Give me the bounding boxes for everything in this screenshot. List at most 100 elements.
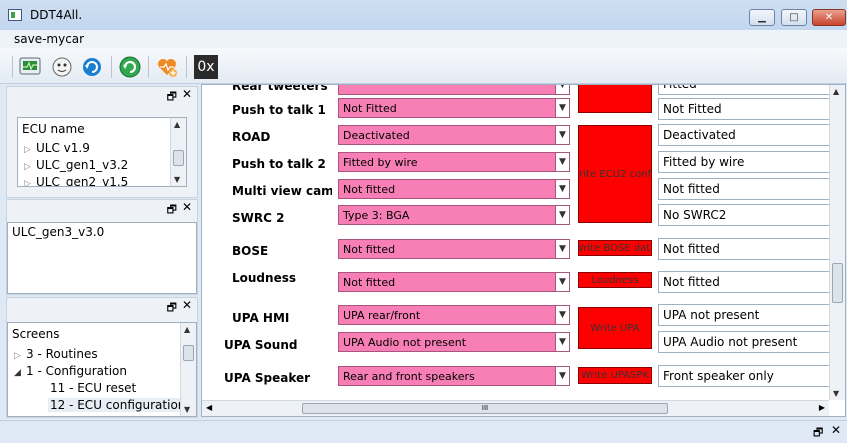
connect-button[interactable] bbox=[118, 55, 142, 79]
dropdown-arrow-icon[interactable]: ▼ bbox=[555, 99, 569, 117]
toolbar: 0x bbox=[0, 48, 847, 84]
select-upa-speaker[interactable]: Rear and front speakers ▼ bbox=[338, 366, 570, 386]
scroll-thumb[interactable]: III bbox=[302, 403, 668, 414]
select-push-to-talk-1[interactable]: Not Fitted ▼ bbox=[338, 98, 570, 118]
select-rear-tweeters[interactable]: ▼ bbox=[338, 85, 570, 95]
value-road: Deactivated bbox=[658, 124, 838, 146]
tree-item-configuration[interactable]: ◢ 1 - Configuration bbox=[14, 364, 127, 378]
selected-ecu-list[interactable]: ULC_gen3_v3.0 bbox=[7, 222, 197, 294]
value-upa-sound: UPA Audio not present bbox=[658, 331, 838, 353]
scroll-right-icon[interactable]: ▶ bbox=[819, 403, 825, 412]
write-upaspk-button[interactable]: Write UPASPK bbox=[578, 367, 652, 384]
write-ecu2-config-button[interactable]: Write ECU2 config bbox=[578, 125, 652, 223]
scroll-down-icon[interactable]: ▼ bbox=[174, 175, 180, 184]
close-icon[interactable]: ✕ bbox=[182, 298, 192, 312]
dropdown-arrow-icon[interactable]: ▼ bbox=[555, 333, 569, 351]
health-add-button[interactable] bbox=[155, 55, 179, 79]
dropdown-arrow-icon[interactable]: ▼ bbox=[555, 126, 569, 144]
write-bose-data-button[interactable]: Write BOSE data bbox=[578, 240, 652, 256]
select-push-to-talk-2[interactable]: Fitted by wire ▼ bbox=[338, 152, 570, 172]
ecu-list[interactable]: ECU name ▷ ULC v1.9 ▷ ULC_gen1_v3.2 ▷ ULC_g… bbox=[17, 117, 187, 187]
list-item[interactable]: ▷ ULC v1.9 bbox=[24, 141, 90, 155]
menu-bar: save-mycar bbox=[0, 30, 847, 48]
write-upa-button[interactable]: Write UPA bbox=[578, 307, 652, 349]
close-icon[interactable]: ✕ bbox=[831, 423, 841, 437]
close-icon[interactable]: ✕ bbox=[182, 200, 192, 214]
hex-toggle-button[interactable]: 0x bbox=[194, 55, 218, 79]
expand-arrow-icon: ▷ bbox=[24, 162, 31, 172]
selected-ecu-item[interactable]: ULC_gen3_v3.0 bbox=[12, 225, 104, 239]
dropdown-arrow-icon[interactable]: ▼ bbox=[555, 153, 569, 171]
main-vertical-scrollbar[interactable]: ▲ ▼ bbox=[829, 85, 845, 400]
value-upa-speaker: Front speaker only bbox=[658, 365, 838, 387]
row-label: SWRC 2 bbox=[232, 211, 285, 225]
scroll-down-icon[interactable]: ▼ bbox=[833, 389, 839, 398]
scroll-down-icon[interactable]: ▼ bbox=[184, 405, 190, 414]
expand-arrow-icon[interactable]: ▷ bbox=[14, 351, 26, 361]
dock-header: 🗗 ✕ bbox=[7, 200, 197, 218]
minimize-button[interactable]: ▁ bbox=[749, 9, 775, 26]
menu-save-mycar[interactable]: save-mycar bbox=[14, 32, 84, 46]
tree-item-ecu-configuration[interactable]: 12 - ECU configuration bbox=[48, 398, 188, 412]
value-rear-tweeters: Fitted bbox=[658, 85, 838, 95]
float-icon[interactable]: 🗗 bbox=[167, 299, 177, 318]
toolbar-separator bbox=[12, 56, 13, 78]
vehicle-face-button[interactable] bbox=[50, 55, 74, 79]
main-horizontal-scrollbar[interactable]: ◀ III ▶ bbox=[202, 400, 829, 416]
scroll-thumb[interactable] bbox=[173, 150, 184, 166]
select-bose[interactable]: Not fitted ▼ bbox=[338, 239, 570, 259]
row-label: Rear tweeters bbox=[232, 84, 328, 93]
dropdown-arrow-icon[interactable]: ▼ bbox=[555, 180, 569, 198]
dropdown-arrow-icon[interactable]: ▼ bbox=[555, 85, 569, 94]
row-label: Multi view camera bbox=[232, 184, 332, 198]
screens-scrollbar[interactable]: ▲ ▼ bbox=[180, 323, 196, 416]
value-loudness: Not fitted bbox=[658, 271, 838, 293]
ecu-scan-button[interactable] bbox=[18, 55, 42, 79]
value-swrc-2: No SWRC2 bbox=[658, 204, 838, 226]
screens-header: Screens bbox=[12, 327, 60, 341]
select-loudness[interactable]: Not fitted ▼ bbox=[338, 272, 570, 292]
dropdown-arrow-icon[interactable]: ▼ bbox=[555, 367, 569, 385]
loudness-button[interactable]: Loudness bbox=[578, 272, 652, 288]
scroll-up-icon[interactable]: ▲ bbox=[174, 120, 180, 129]
dropdown-arrow-icon[interactable]: ▼ bbox=[555, 240, 569, 258]
close-button[interactable]: ✕ bbox=[812, 9, 846, 26]
screens-tree[interactable]: Screens ▷ 3 - Routines ◢ 1 - Configuration… bbox=[7, 322, 197, 417]
dropdown-arrow-icon[interactable]: ▼ bbox=[555, 273, 569, 291]
tree-item-ecu-reset[interactable]: 11 - ECU reset bbox=[50, 381, 136, 395]
value-push-to-talk-1: Not Fitted bbox=[658, 98, 838, 120]
tree-item-routines[interactable]: ▷ 3 - Routines bbox=[14, 347, 98, 361]
toolbar-separator bbox=[148, 56, 149, 78]
list-item[interactable]: ▷ ULC_gen1_v3.2 bbox=[24, 158, 128, 172]
close-icon[interactable]: ✕ bbox=[182, 87, 192, 101]
list-item[interactable]: ▷ ULC_gen2_v1.5 bbox=[24, 175, 128, 186]
row-label: Push to talk 1 bbox=[232, 103, 326, 117]
select-upa-sound[interactable]: UPA Audio not present ▼ bbox=[338, 332, 570, 352]
ecu-list-scrollbar[interactable]: ▲ ▼ bbox=[170, 118, 186, 186]
select-swrc-2[interactable]: Type 3: BGA ▼ bbox=[338, 205, 570, 225]
value-push-to-talk-2: Fitted by wire bbox=[658, 151, 838, 173]
select-upa-hmi[interactable]: UPA rear/front ▼ bbox=[338, 305, 570, 325]
float-icon[interactable]: 🗗 bbox=[167, 88, 177, 107]
dropdown-arrow-icon[interactable]: ▼ bbox=[555, 306, 569, 324]
ecu-scan-icon bbox=[19, 57, 41, 75]
maximize-button[interactable]: □ bbox=[781, 9, 807, 26]
collapse-arrow-icon[interactable]: ◢ bbox=[14, 368, 26, 378]
write-button-top[interactable] bbox=[578, 85, 652, 113]
select-multi-view-camera[interactable]: Not fitted ▼ bbox=[338, 179, 570, 199]
ecu-configuration-screen: Rear tweeters ▼ Fitted Push to talk 1 No… bbox=[201, 84, 846, 417]
connect-icon bbox=[119, 56, 141, 78]
float-icon[interactable]: 🗗 bbox=[813, 424, 823, 443]
refresh-button[interactable] bbox=[80, 55, 104, 79]
scroll-up-icon[interactable]: ▲ bbox=[184, 325, 190, 334]
select-road[interactable]: Deactivated ▼ bbox=[338, 125, 570, 145]
scroll-up-icon[interactable]: ▲ bbox=[833, 87, 839, 96]
row-label: Push to talk 2 bbox=[232, 157, 326, 171]
float-icon[interactable]: 🗗 bbox=[167, 201, 177, 220]
dropdown-arrow-icon[interactable]: ▼ bbox=[555, 206, 569, 224]
dock-header: 🗗 ✕ bbox=[7, 298, 197, 316]
scroll-thumb[interactable] bbox=[183, 345, 194, 361]
row-label: Loudness bbox=[232, 271, 296, 285]
scroll-left-icon[interactable]: ◀ bbox=[206, 403, 212, 412]
scroll-thumb[interactable] bbox=[832, 263, 843, 303]
